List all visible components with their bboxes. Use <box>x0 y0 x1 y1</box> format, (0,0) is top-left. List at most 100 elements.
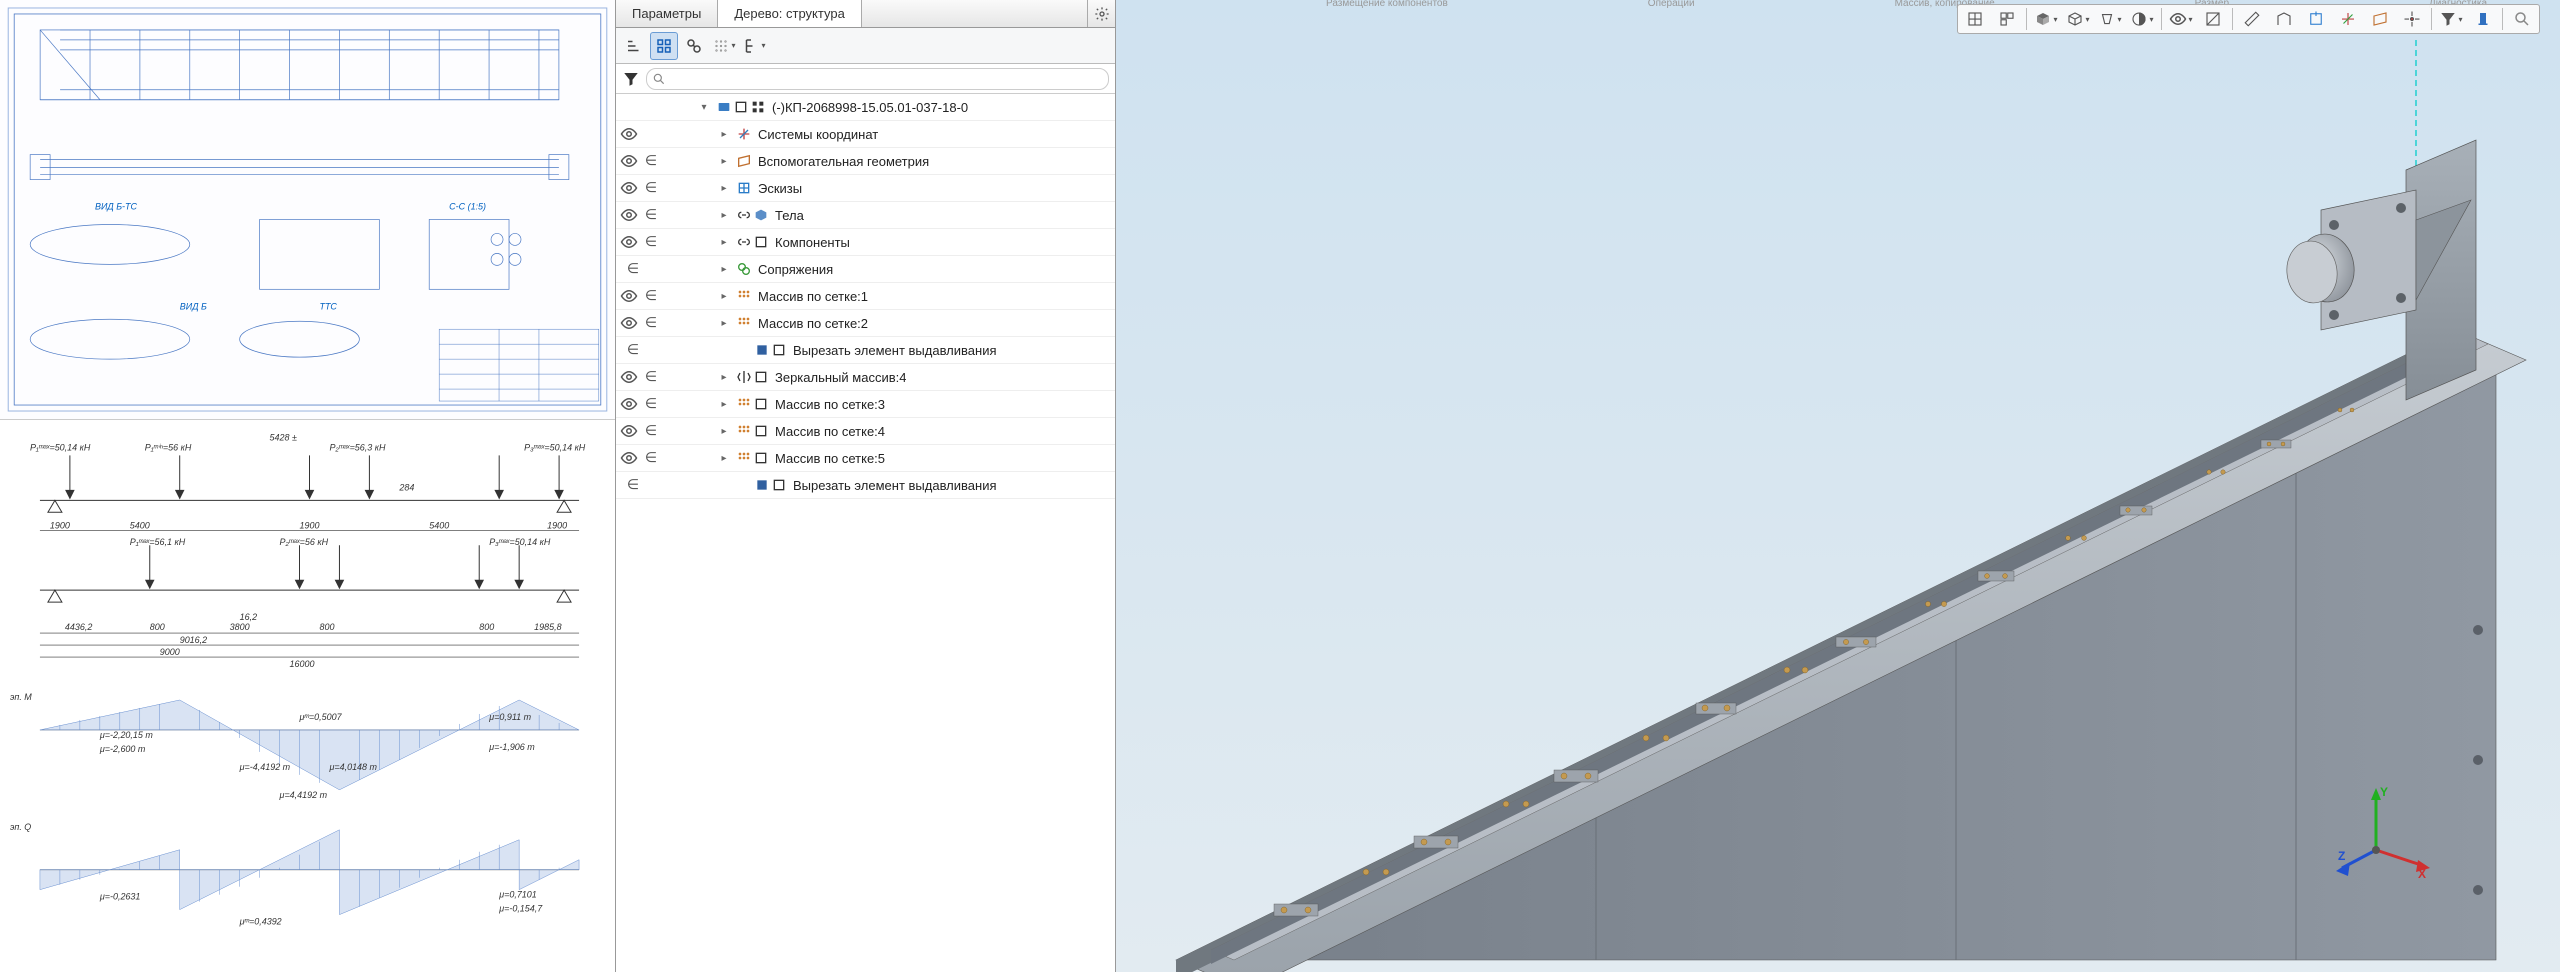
vp-measure2-button[interactable] <box>2269 6 2299 32</box>
include-icon[interactable]: ∈ <box>642 287 660 305</box>
eye-icon[interactable] <box>620 395 638 413</box>
pattern-icon <box>736 423 752 439</box>
sketch-icon <box>736 180 752 196</box>
viewport-3d[interactable]: Размещение компонентов Операции Массив, … <box>1116 0 2560 972</box>
eye-icon[interactable] <box>620 287 638 305</box>
include-icon[interactable]: ∈ <box>642 152 660 170</box>
include-icon[interactable]: ∈ <box>642 233 660 251</box>
dim-284: 284 <box>398 482 414 492</box>
tree-pattern-2[interactable]: ∈ ▸ Массив по сетке:2 <box>616 310 1115 337</box>
tree-bodies[interactable]: ∈ ▸ Тела <box>616 202 1115 229</box>
tree-coord-label: Системы координат <box>758 127 878 142</box>
tree-search-input[interactable] <box>646 68 1109 90</box>
vp-grid-button[interactable] <box>1960 6 1990 32</box>
tree-root[interactable]: ▾ (-)КП-2068998-15.05.01-037-18-0 <box>616 94 1115 121</box>
vp-stop-button[interactable] <box>2468 6 2498 32</box>
m-05007: μᵐ=0,5007 <box>299 712 343 722</box>
include-icon[interactable]: ∈ <box>642 422 660 440</box>
modifier-icon <box>771 477 787 493</box>
vp-shade-button[interactable] <box>2031 6 2061 32</box>
p-load-1b: P₁ᵐᵃˣ=56,1 кН <box>130 537 186 547</box>
dim-1985: 1985,8 <box>534 622 561 632</box>
p-load-1m: P₁ᵐⁱⁿ=56 кН <box>145 442 192 452</box>
tree-mirror-4[interactable]: ∈ ▸ Зеркальный массив:4 <box>616 364 1115 391</box>
vp-wireframe-button[interactable] <box>2063 6 2093 32</box>
m-0911: μ=0,911 m <box>488 712 531 722</box>
eye-icon[interactable] <box>620 179 638 197</box>
include-icon[interactable]: ∈ <box>642 206 660 224</box>
tree-auxgeom-label: Вспомогательная геометрия <box>758 154 929 169</box>
eye-icon[interactable] <box>620 125 638 143</box>
include-icon[interactable]: ∈ <box>642 449 660 467</box>
tree-body[interactable]: ▾ (-)КП-2068998-15.05.01-037-18-0 ▸ Сист… <box>616 94 1115 972</box>
tree-pattern-3[interactable]: ∈ ▸ Массив по сетке:3 <box>616 391 1115 418</box>
tree-expand-button[interactable] <box>740 32 768 60</box>
link-icon <box>736 234 752 250</box>
tree-cut-2[interactable]: ∈ Вырезать элемент выдавливания <box>616 472 1115 499</box>
eye-icon[interactable] <box>620 206 638 224</box>
tree-group-button[interactable] <box>650 32 678 60</box>
end-bracket <box>2283 140 2476 400</box>
vp-origin-button[interactable] <box>2397 6 2427 32</box>
eye-icon[interactable] <box>620 368 638 386</box>
include-icon[interactable]: ∈ <box>642 368 660 386</box>
dim-3800: 3800 <box>230 622 250 632</box>
tree-aux-geometry[interactable]: ∈ ▸ Вспомогательная геометрия <box>616 148 1115 175</box>
dim-1900m: 1900 <box>300 520 320 530</box>
vp-plane-button[interactable] <box>2365 6 2395 32</box>
vp-normal-button[interactable] <box>2301 6 2331 32</box>
vp-filter-button[interactable] <box>2436 6 2466 32</box>
tree-pattern-1[interactable]: ∈ ▸ Массив по сетке:1 <box>616 283 1115 310</box>
tree-cut-1[interactable]: ∈ Вырезать элемент выдавливания <box>616 337 1115 364</box>
dim-800r: 800 <box>479 622 494 632</box>
triad-y: Y <box>2380 785 2388 799</box>
tree-pattern-4[interactable]: ∈ ▸ Массив по сетке:4 <box>616 418 1115 445</box>
vp-perspective-button[interactable] <box>2095 6 2125 32</box>
include-icon[interactable]: ∈ <box>642 395 660 413</box>
cut-icon <box>754 477 770 493</box>
q-0154: μ=-0,154,7 <box>498 904 543 914</box>
assembly-icon <box>716 99 732 115</box>
include-icon[interactable]: ∈ <box>624 341 642 359</box>
vp-section-button[interactable] <box>2198 6 2228 32</box>
tree-components-label: Компоненты <box>775 235 850 250</box>
tree-linked-button[interactable] <box>680 32 708 60</box>
tree-mates[interactable]: ∈ ▸ Сопряжения <box>616 256 1115 283</box>
vp-config-button[interactable] <box>1992 6 2022 32</box>
tree-filter-row <box>616 64 1115 94</box>
tree-grid-button[interactable] <box>710 32 738 60</box>
dim-1900r: 1900 <box>547 520 567 530</box>
vp-visibility-button[interactable] <box>2166 6 2196 32</box>
ep-m-label: эп. М <box>10 692 32 702</box>
tree-order-button[interactable] <box>620 32 648 60</box>
pattern-icon <box>736 288 752 304</box>
vp-search-button[interactable] <box>2507 6 2537 32</box>
tree-pattern-5[interactable]: ∈ ▸ Массив по сетке:5 <box>616 445 1115 472</box>
eye-icon[interactable] <box>620 422 638 440</box>
eye-icon[interactable] <box>620 152 638 170</box>
tree-cut1-label: Вырезать элемент выдавливания <box>793 343 997 358</box>
vp-axes-button[interactable] <box>2333 6 2363 32</box>
vp-color-button[interactable] <box>2127 6 2157 32</box>
q-02631: μ=-0,2631 <box>99 892 141 902</box>
include-icon[interactable]: ∈ <box>642 179 660 197</box>
tab-structure[interactable]: Дерево: структура <box>718 0 862 27</box>
tree-components[interactable]: ∈ ▸ Компоненты <box>616 229 1115 256</box>
include-icon[interactable]: ∈ <box>624 260 642 278</box>
eye-icon[interactable] <box>620 314 638 332</box>
tree-sketches[interactable]: ∈ ▸ Эскизы <box>616 175 1115 202</box>
modifier-icon <box>771 342 787 358</box>
eye-icon[interactable] <box>620 449 638 467</box>
link-icon <box>736 207 752 223</box>
include-icon[interactable]: ∈ <box>624 476 642 494</box>
tree-settings-button[interactable] <box>1087 0 1115 27</box>
include-icon[interactable]: ∈ <box>642 314 660 332</box>
pattern-icon <box>736 396 752 412</box>
dim-16000: 16000 <box>290 659 315 669</box>
span-dim: 5428 ± <box>270 432 297 442</box>
eye-icon[interactable] <box>620 233 638 251</box>
tree-coord-systems[interactable]: ▸ Системы координат <box>616 121 1115 148</box>
mate-icon <box>736 261 752 277</box>
vp-measure1-button[interactable] <box>2237 6 2267 32</box>
tab-parameters[interactable]: Параметры <box>616 0 718 27</box>
